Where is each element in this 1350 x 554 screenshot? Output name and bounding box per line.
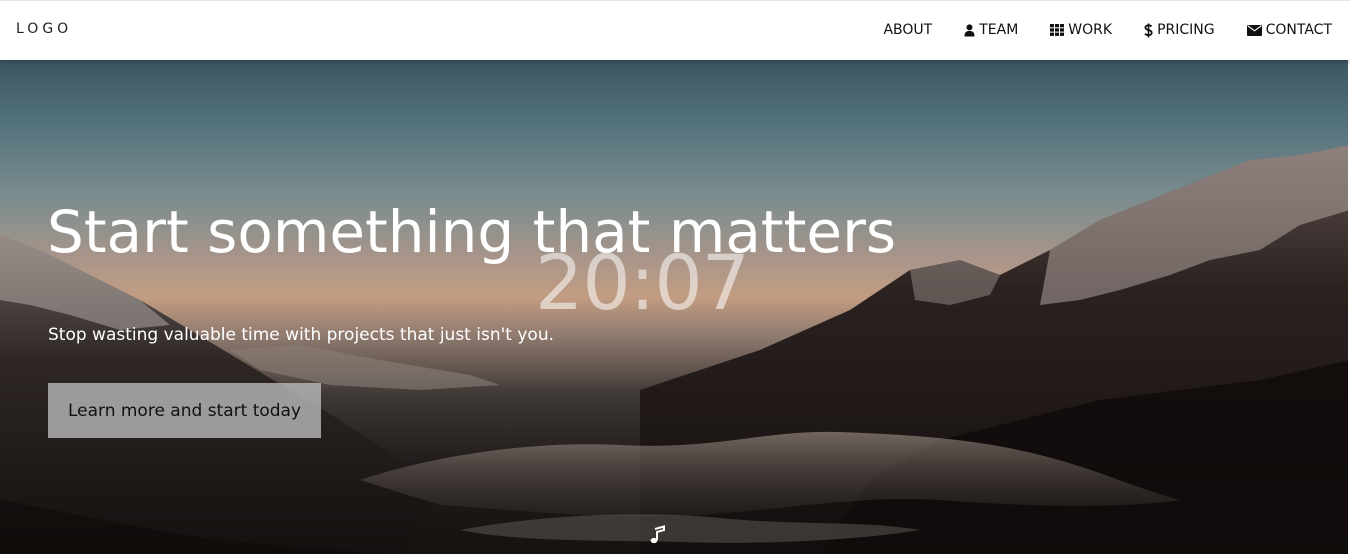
top-navbar: LOGO ABOUT TEAM WORK PRICING CONTACT [0, 0, 1350, 60]
page: LOGO ABOUT TEAM WORK PRICING CONTACT Sta… [0, 0, 1350, 554]
nav-item-work[interactable]: WORK [1050, 22, 1112, 38]
nav-item-about[interactable]: ABOUT [883, 22, 932, 38]
grid-icon [1050, 24, 1065, 36]
envelope-icon [1246, 24, 1262, 36]
main-nav: ABOUT TEAM WORK PRICING CONTACT [851, 1, 1332, 59]
user-icon [964, 23, 975, 37]
nav-item-team[interactable]: TEAM [964, 22, 1018, 38]
nav-item-label: CONTACT [1265, 22, 1332, 38]
nav-item-pricing[interactable]: PRICING [1144, 22, 1215, 38]
nav-item-label: TEAM [979, 22, 1019, 38]
nav-item-label: WORK [1068, 22, 1113, 38]
dollar-icon [1144, 23, 1153, 38]
hero-headline: Start something that matters [47, 198, 897, 266]
nav-item-label: ABOUT [883, 22, 933, 38]
cta-button[interactable]: Learn more and start today [48, 383, 321, 438]
nav-item-label: PRICING [1157, 22, 1215, 38]
hero-subheadline: Stop wasting valuable time with projects… [48, 325, 554, 345]
music-note-icon[interactable] [648, 525, 668, 547]
nav-item-contact[interactable]: CONTACT [1246, 22, 1332, 38]
logo[interactable]: LOGO [16, 21, 72, 37]
